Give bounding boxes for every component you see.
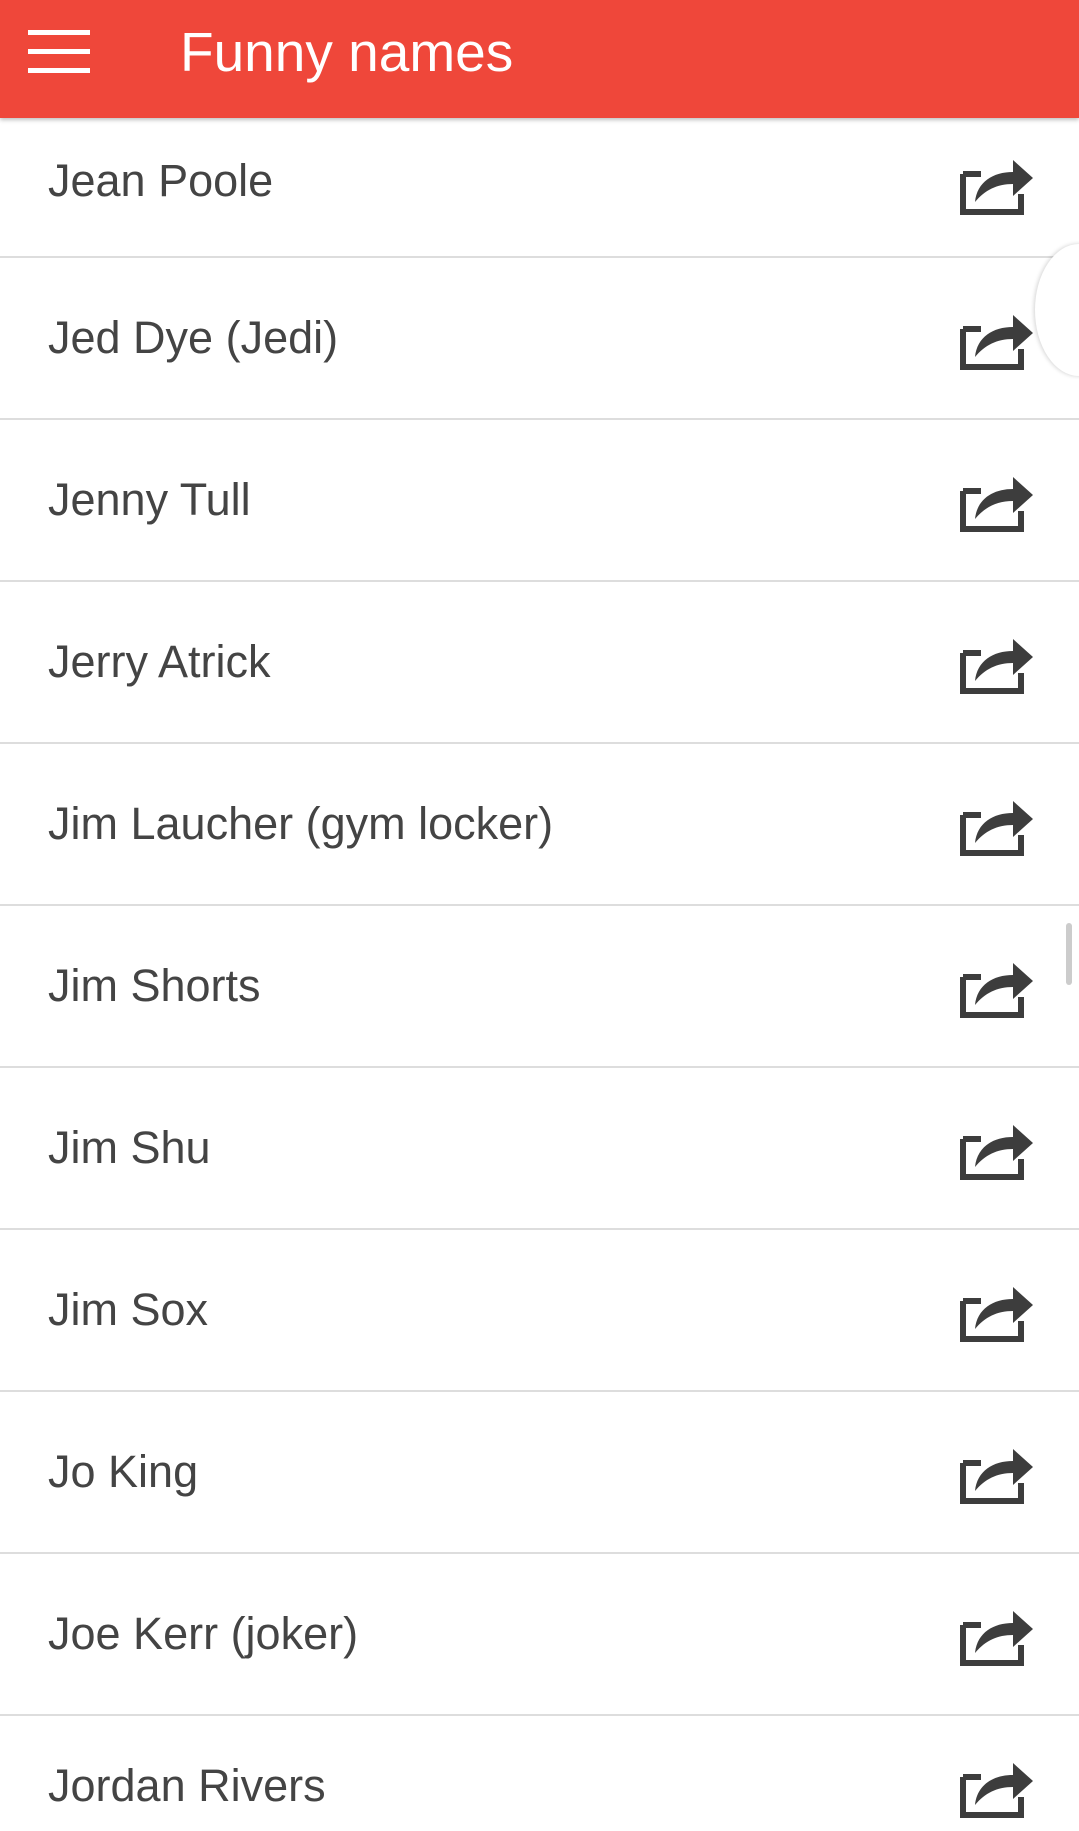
- list-item-label: Jed Dye (Jedi): [48, 312, 339, 363]
- share-icon: [960, 1449, 1033, 1504]
- list-item[interactable]: Jim Shorts: [0, 906, 1079, 1068]
- share-button[interactable]: [957, 1277, 1035, 1343]
- share-button[interactable]: [957, 629, 1035, 695]
- list-item[interactable]: Jim Sox: [0, 1230, 1079, 1392]
- menu-button[interactable]: [20, 18, 100, 86]
- share-button[interactable]: [957, 1601, 1035, 1667]
- hamburger-menu-icon: [28, 30, 90, 73]
- list-item[interactable]: Joe Kerr (joker): [0, 1554, 1079, 1716]
- share-icon: [960, 1125, 1033, 1180]
- share-button[interactable]: [957, 150, 1035, 216]
- share-icon: [960, 477, 1033, 532]
- list-item[interactable]: Jerry Atrick: [0, 582, 1079, 744]
- share-icon: [960, 1763, 1033, 1818]
- share-button[interactable]: [957, 305, 1035, 371]
- list-item[interactable]: Jed Dye (Jedi): [0, 258, 1079, 420]
- app-bar: Funny names: [0, 0, 1079, 118]
- list-item[interactable]: Jenny Tull: [0, 420, 1079, 582]
- app-title: Funny names: [180, 21, 514, 83]
- list-item-label: Jerry Atrick: [48, 636, 271, 687]
- share-icon: [960, 801, 1033, 856]
- share-icon: [960, 639, 1033, 694]
- list-item-label: Joe Kerr (joker): [48, 1608, 359, 1659]
- list-item-label: Jim Laucher (gym locker): [48, 798, 554, 849]
- share-button[interactable]: [957, 1753, 1035, 1819]
- scrollbar[interactable]: [1066, 923, 1072, 985]
- share-icon: [960, 160, 1033, 215]
- share-button[interactable]: [957, 791, 1035, 857]
- list-item-label: Jim Shu: [48, 1122, 211, 1173]
- list-item[interactable]: Jim Shu: [0, 1068, 1079, 1230]
- list-item[interactable]: Jo King: [0, 1392, 1079, 1554]
- share-icon: [960, 1611, 1033, 1666]
- list-item-label: Jim Sox: [48, 1284, 209, 1335]
- list-item[interactable]: Jim Laucher (gym locker): [0, 744, 1079, 906]
- list-item-label: Jim Shorts: [48, 960, 261, 1011]
- list-item-label: Jordan Rivers: [48, 1760, 326, 1811]
- share-icon: [960, 1287, 1033, 1342]
- list-item-label: Jo King: [48, 1446, 199, 1497]
- share-button[interactable]: [957, 467, 1035, 533]
- share-icon: [960, 315, 1033, 370]
- share-icon: [960, 963, 1033, 1018]
- share-button[interactable]: [957, 1439, 1035, 1505]
- share-button[interactable]: [957, 953, 1035, 1019]
- list-item[interactable]: Jean Poole: [0, 118, 1079, 258]
- names-list[interactable]: Jean Poole Jed Dye (Jedi) Jenny Tull Jerry …: [0, 118, 1079, 1831]
- list-item-label: Jean Poole: [48, 155, 274, 206]
- share-button[interactable]: [957, 1115, 1035, 1181]
- list-item[interactable]: Jordan Rivers: [0, 1716, 1079, 1831]
- list-item-label: Jenny Tull: [48, 474, 251, 525]
